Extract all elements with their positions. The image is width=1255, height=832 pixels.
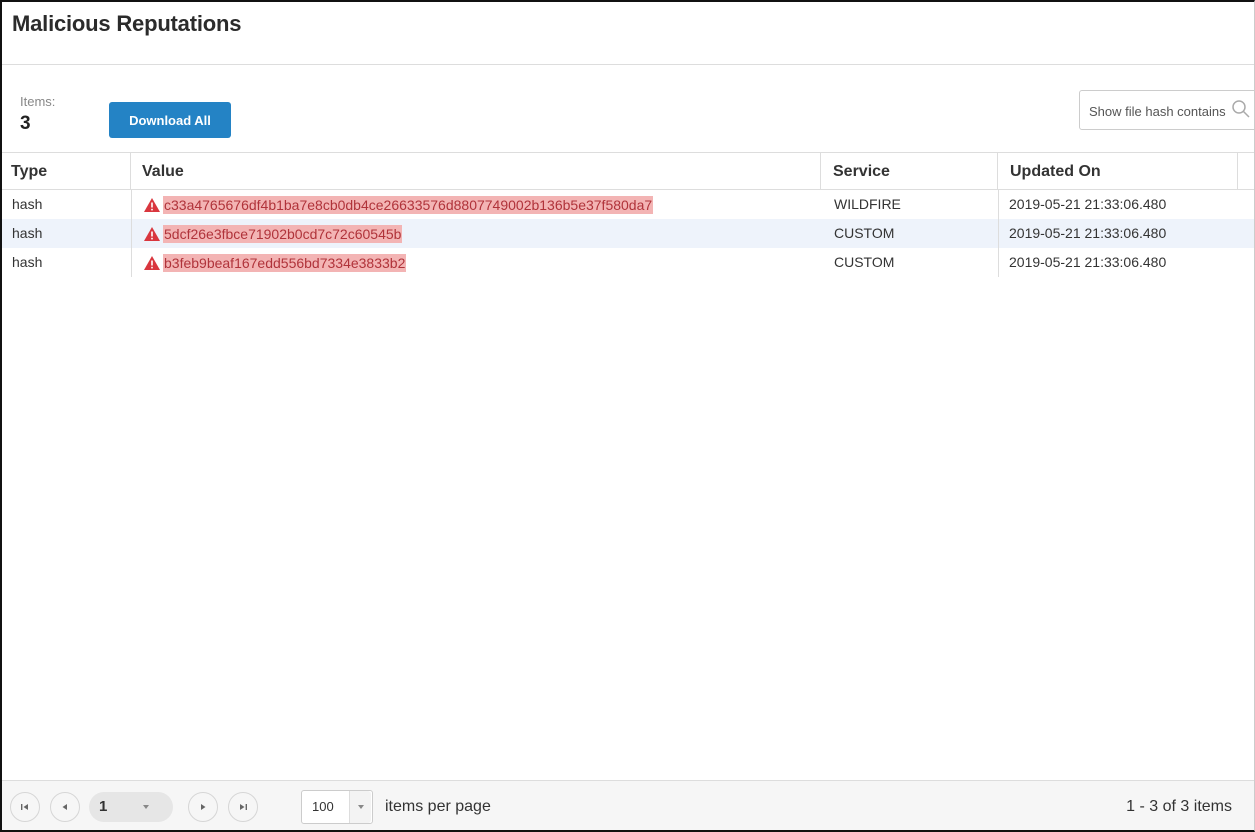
search-field[interactable] (1079, 90, 1254, 130)
cell-service: CUSTOM (834, 254, 895, 270)
pager-range-info: 1 - 3 of 3 items (1126, 798, 1232, 815)
first-page-icon (21, 804, 28, 810)
last-page-button[interactable] (228, 792, 258, 822)
column-header-type[interactable]: Type (2, 153, 131, 190)
column-header-updated-on[interactable]: Updated On (998, 153, 1238, 190)
hash-value: c33a4765676df4b1ba7e8cb0db4ce26633576d88… (163, 195, 654, 214)
page-size-select[interactable]: 100 (301, 790, 373, 824)
cell-value: b3feb9beaf167edd556bd7334e3833b2 (131, 248, 821, 277)
items-count-value: 3 (20, 113, 31, 134)
search-input[interactable] (1089, 101, 1239, 121)
last-page-icon (240, 804, 247, 810)
previous-page-icon (62, 804, 67, 810)
table-row[interactable]: hash b3feb9beaf167edd556bd7334e3833b2 CU… (2, 248, 1254, 277)
cell-value: c33a4765676df4b1ba7e8cb0db4ce26633576d88… (131, 190, 821, 219)
warning-icon (144, 197, 160, 212)
next-page-icon (201, 804, 206, 810)
warning-icon (144, 255, 160, 270)
chevron-down-icon (358, 805, 364, 809)
hash-value: b3feb9beaf167edd556bd7334e3833b2 (163, 253, 407, 272)
next-page-button[interactable] (188, 792, 218, 822)
cell-service: WILDFIRE (834, 196, 901, 212)
page-size-value: 100 (312, 799, 334, 814)
page-selector[interactable]: 1 (89, 792, 173, 822)
download-all-button[interactable]: Download All (109, 102, 231, 138)
table-row[interactable]: hash 5dcf26e3fbce71902b0cd7c72c60545b CU… (2, 219, 1254, 248)
grid-header: Type Value Service Updated On (2, 152, 1254, 190)
cell-updated-on: 2019-05-21 21:33:06.480 (998, 190, 1238, 219)
malicious-reputations-panel: Malicious Reputations Items: 3 Download … (0, 0, 1255, 832)
cell-type: hash (12, 225, 43, 241)
hash-value: 5dcf26e3fbce71902b0cd7c72c60545b (163, 224, 403, 243)
cell-updated-on: 2019-05-21 21:33:06.480 (998, 248, 1238, 277)
cell-updated-on: 2019-05-21 21:33:06.480 (998, 219, 1238, 248)
cell-type: hash (12, 254, 43, 270)
warning-icon (144, 226, 160, 241)
first-page-button[interactable] (10, 792, 40, 822)
page-size-dropdown-toggle[interactable] (349, 791, 371, 823)
cell-type: hash (12, 196, 43, 212)
items-count-label: Items: (20, 94, 56, 109)
current-page-number: 1 (99, 798, 108, 815)
cell-value: 5dcf26e3fbce71902b0cd7c72c60545b (131, 219, 821, 248)
chevron-down-icon (143, 805, 149, 809)
scrollbar-header-spacer (1238, 153, 1254, 190)
pager: 1 100 items per page 1 - 3 of 3 items (2, 780, 1254, 830)
title-bar: Malicious Reputations (2, 2, 1254, 65)
cell-service: CUSTOM (834, 225, 895, 241)
table-row[interactable]: hash c33a4765676df4b1ba7e8cb0db4ce266335… (2, 190, 1254, 219)
page-title: Malicious Reputations (12, 11, 242, 36)
column-header-service[interactable]: Service (821, 153, 998, 190)
previous-page-button[interactable] (50, 792, 80, 822)
items-per-page-label: items per page (385, 798, 491, 815)
search-icon[interactable] (1231, 99, 1251, 119)
column-header-value[interactable]: Value (131, 153, 821, 190)
